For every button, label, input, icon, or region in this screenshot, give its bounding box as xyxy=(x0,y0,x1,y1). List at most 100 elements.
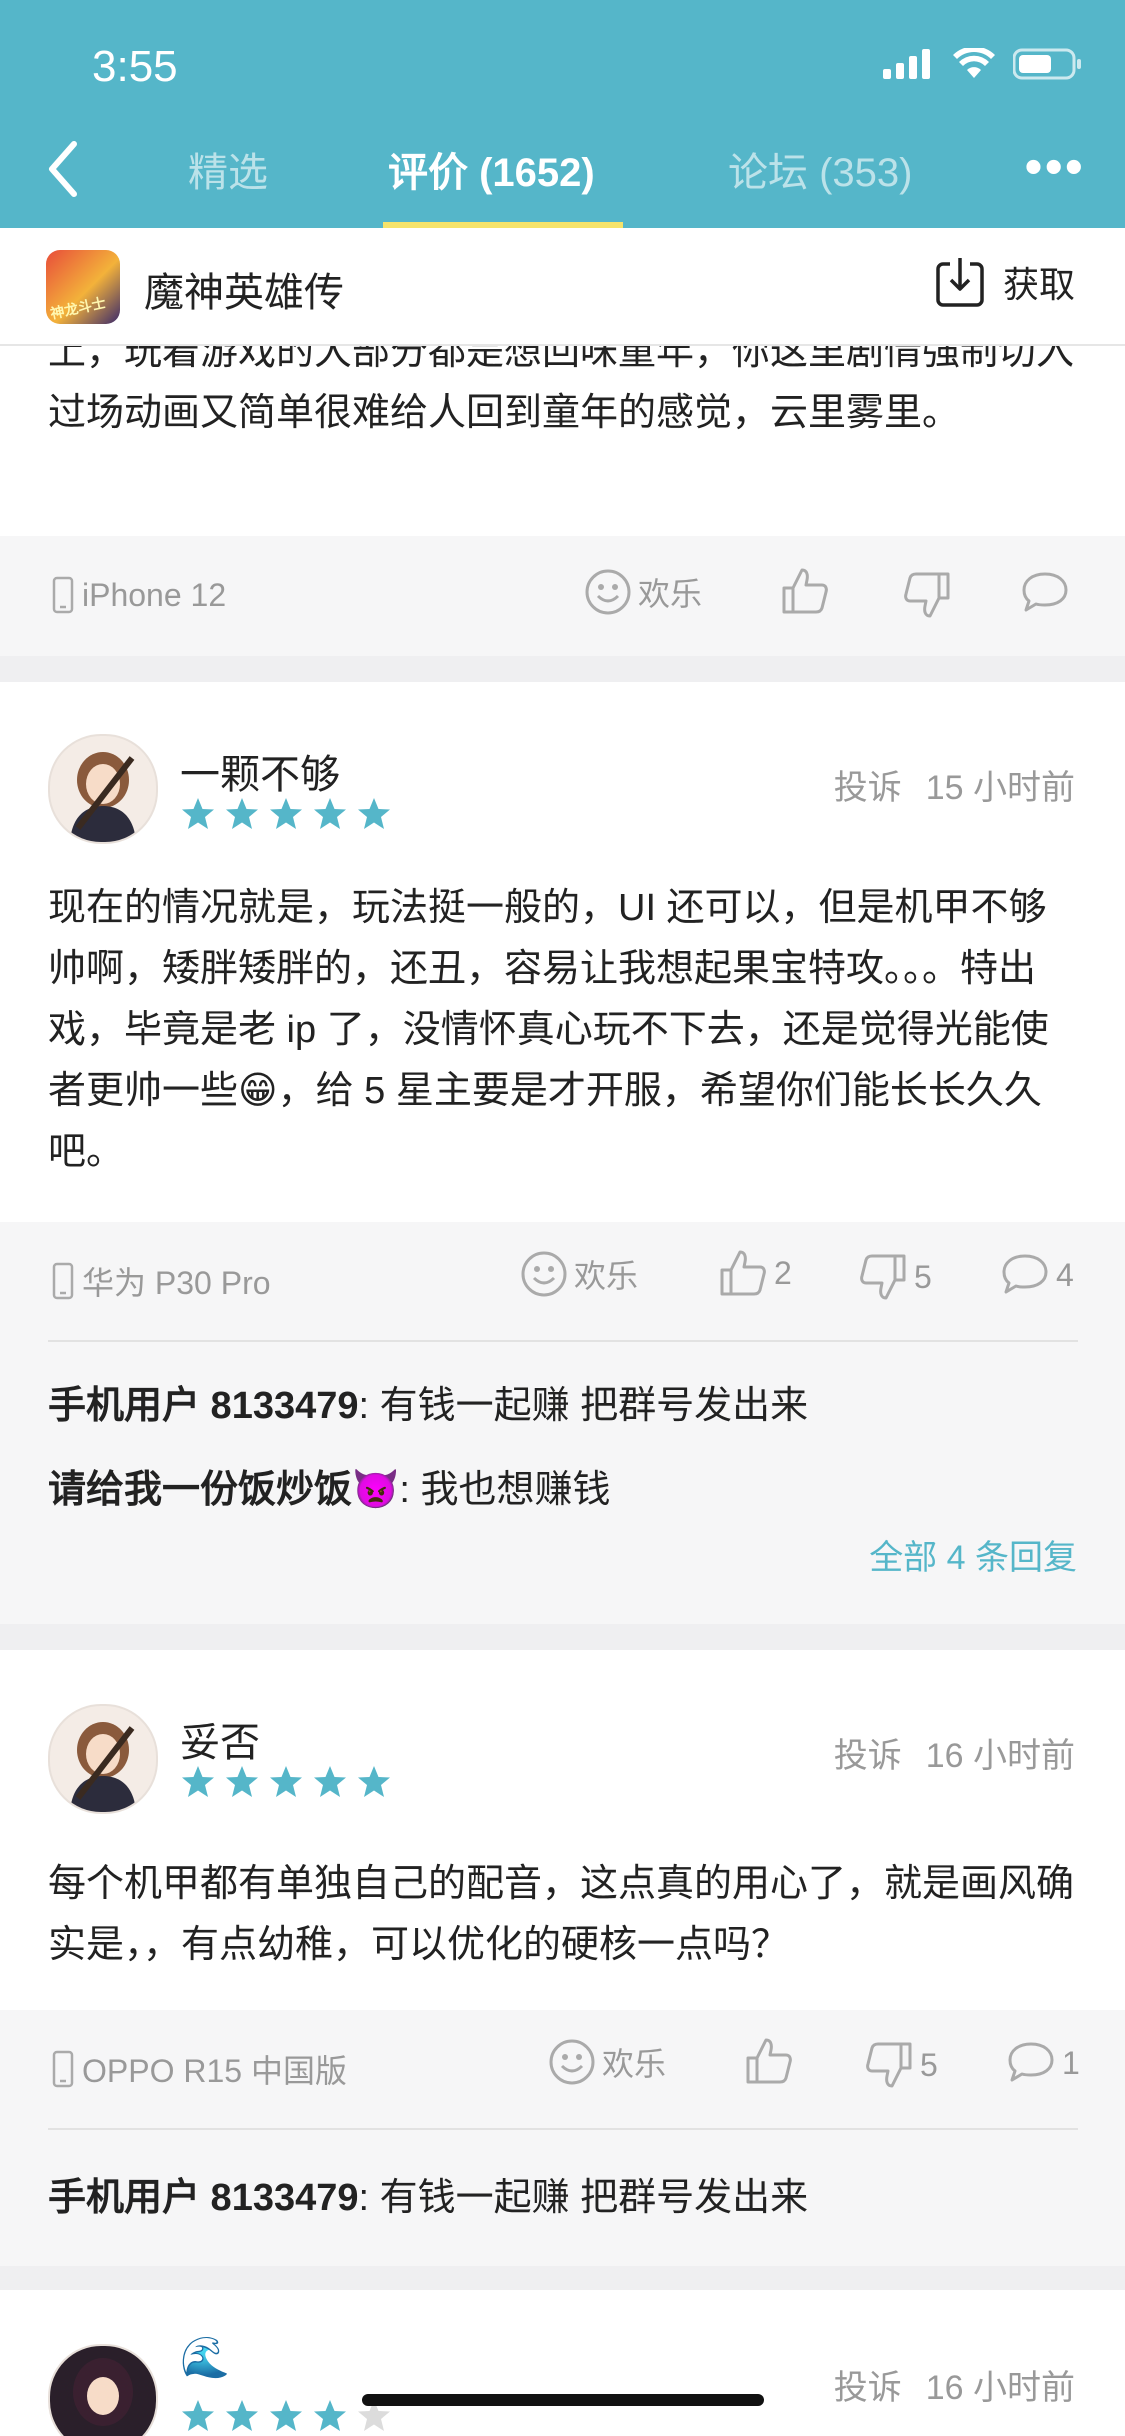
star-icon xyxy=(270,798,302,829)
comment-button[interactable]: 4 xyxy=(1000,1252,1074,1298)
comment-icon xyxy=(1002,1254,1048,1294)
star-icon xyxy=(358,1766,390,1797)
review-meta: 投诉 15 小时前 xyxy=(810,760,1075,809)
review-meta: 投诉 16 小时前 xyxy=(810,1728,1075,1777)
phone-icon xyxy=(52,1262,74,1300)
report-link[interactable]: 投诉 xyxy=(834,769,902,807)
device-name: OPPO R15 中国版 xyxy=(82,2053,347,2089)
star-rating xyxy=(180,796,392,832)
review-text: 每个机甲都有单独自己的配音，这点真的用心了，就是画风确实是，，有点幼稚，可以优化… xyxy=(48,1863,1075,1966)
tab-reviews[interactable]: 评价 (1652) xyxy=(388,140,595,198)
avatar-image xyxy=(70,1722,136,1812)
star-rating xyxy=(180,2398,392,2434)
all-replies-link[interactable]: 全部 4 条回复 xyxy=(869,1530,1077,1579)
reaction-label: 欢乐 xyxy=(574,1258,639,1294)
comment-button[interactable] xyxy=(1020,570,1070,616)
star-icon xyxy=(314,1766,346,1797)
app-name: 魔神英雄传 xyxy=(144,271,344,315)
comment-count: 1 xyxy=(1062,2044,1080,2081)
review-card: 一颗不够 投诉 15 小时前 现在的情况就是，玩法挺一般的，UI 还可以，但是机甲… xyxy=(0,682,1125,1222)
device-name: iPhone 12 xyxy=(82,576,227,613)
review-card: 上，玩着游戏的大部分都是想回味童年，你这里剧情强制切入过场动画又简单很难给人回到… xyxy=(0,346,1125,536)
review-time: 16 小时前 xyxy=(925,1737,1075,1775)
comment-button[interactable]: 1 xyxy=(1006,2040,1080,2086)
download-icon xyxy=(936,258,984,307)
device-name: 华为 P30 Pro xyxy=(82,1265,271,1301)
report-link[interactable]: 投诉 xyxy=(834,2369,902,2407)
star-rating xyxy=(180,1764,392,1800)
avatar-image xyxy=(70,752,136,842)
phone-icon xyxy=(52,576,74,614)
thumbs-down-icon xyxy=(904,572,950,618)
star-icon xyxy=(314,2400,346,2431)
review-footer: iPhone 12 欢乐 xyxy=(0,536,1125,656)
review-meta: 投诉 16 小时前 xyxy=(810,2360,1075,2409)
signal-icon xyxy=(883,49,930,79)
app-bar: 神龙斗士 魔神英雄传 获取 xyxy=(0,228,1125,346)
star-icon xyxy=(226,798,258,829)
wifi-icon xyxy=(953,48,995,78)
report-link[interactable]: 投诉 xyxy=(834,1737,902,1775)
like-count: 2 xyxy=(774,1254,792,1291)
username[interactable]: 妥否 xyxy=(180,1710,260,1768)
tab-forum[interactable]: 论坛 (353) xyxy=(728,140,913,198)
review-text: 上，玩着游戏的大部分都是想回味童年，你这里剧情强制切入过场动画又简单很难给人回到… xyxy=(48,346,1075,434)
tab-featured[interactable]: 精选 xyxy=(188,140,268,198)
back-arrow-icon[interactable] xyxy=(40,134,90,204)
smiley-icon xyxy=(521,1251,567,1297)
device-label: OPPO R15 中国版 xyxy=(52,2046,347,2092)
dislike-button[interactable]: 5 xyxy=(864,2040,938,2090)
top-bar: 3:55 精选 评价 (1652) 论坛 (353) ••• xyxy=(0,0,1125,228)
reply-item[interactable]: 手机用户 8133479: 有钱一起赚 把群号发出来 xyxy=(48,1374,808,1429)
star-icon xyxy=(314,798,346,829)
thumbs-up-icon xyxy=(720,1250,766,1296)
like-button[interactable] xyxy=(744,2036,800,2086)
reaction-button[interactable]: 欢乐 xyxy=(548,2038,666,2086)
username[interactable]: 🌊 xyxy=(180,2334,230,2381)
smiley-icon xyxy=(585,569,631,615)
dislike-count: 5 xyxy=(920,2046,938,2083)
reaction-label: 欢乐 xyxy=(638,576,703,612)
reply-user[interactable]: 请给我一份饭炒饭👿 xyxy=(48,1469,399,1511)
review-card: 🌊 投诉 16 小时前 xyxy=(0,2290,1125,2436)
reaction-button[interactable]: 欢乐 xyxy=(520,1250,638,1298)
avatar[interactable] xyxy=(48,1704,158,1814)
dislike-button[interactable]: 5 xyxy=(858,1252,932,1302)
reply-user[interactable]: 手机用户 8133479 xyxy=(48,1385,359,1427)
device-label: iPhone 12 xyxy=(52,576,226,614)
tab-bar: 精选 评价 (1652) 论坛 (353) ••• xyxy=(0,130,1125,228)
star-icon xyxy=(182,2400,214,2431)
footer-divider xyxy=(48,1340,1078,1342)
thumbs-up-icon xyxy=(782,568,828,614)
more-menu-icon[interactable]: ••• xyxy=(1024,141,1085,193)
get-label: 获取 xyxy=(1002,264,1075,305)
avatar[interactable] xyxy=(48,734,158,844)
reaction-button[interactable]: 欢乐 xyxy=(584,568,702,616)
home-indicator[interactable] xyxy=(362,2394,764,2406)
footer-divider xyxy=(48,2128,1078,2130)
avatar[interactable] xyxy=(48,2344,158,2436)
comment-icon xyxy=(1022,572,1068,612)
reply-text: : 有钱一起赚 把群号发出来 xyxy=(358,1385,809,1427)
reply-user[interactable]: 手机用户 8133479 xyxy=(48,2177,359,2219)
reply-item[interactable]: 手机用户 8133479: 有钱一起赚 把群号发出来 xyxy=(48,2166,808,2221)
username[interactable]: 一颗不够 xyxy=(180,742,340,800)
avatar-image xyxy=(73,2358,133,2426)
like-button[interactable]: 2 xyxy=(718,1248,792,1298)
star-icon xyxy=(358,798,390,829)
star-icon xyxy=(226,1766,258,1797)
star-icon xyxy=(270,1766,302,1797)
review-footer: OPPO R15 中国版 欢乐 5 1 手机用户 8133479: 有钱一起赚 … xyxy=(0,2010,1125,2266)
dislike-button[interactable] xyxy=(902,570,952,620)
battery-icon xyxy=(1013,48,1081,80)
device-label: 华为 P30 Pro xyxy=(52,1258,271,1304)
reply-text: : 有钱一起赚 把群号发出来 xyxy=(358,2177,809,2219)
reply-item[interactable]: 请给我一份饭炒饭👿: 我也想赚钱 xyxy=(48,1458,610,1513)
reaction-label: 欢乐 xyxy=(602,2046,667,2082)
like-button[interactable] xyxy=(780,566,830,616)
thumbs-up-icon xyxy=(746,2038,792,2084)
review-text: 现在的情况就是，玩法挺一般的，UI 还可以，但是机甲不够帅啊，矮胖矮胖的，还丑，… xyxy=(48,887,1049,1173)
smiley-icon xyxy=(549,2039,595,2085)
get-button[interactable]: 获取 xyxy=(935,256,1075,308)
star-icon xyxy=(270,2400,302,2431)
